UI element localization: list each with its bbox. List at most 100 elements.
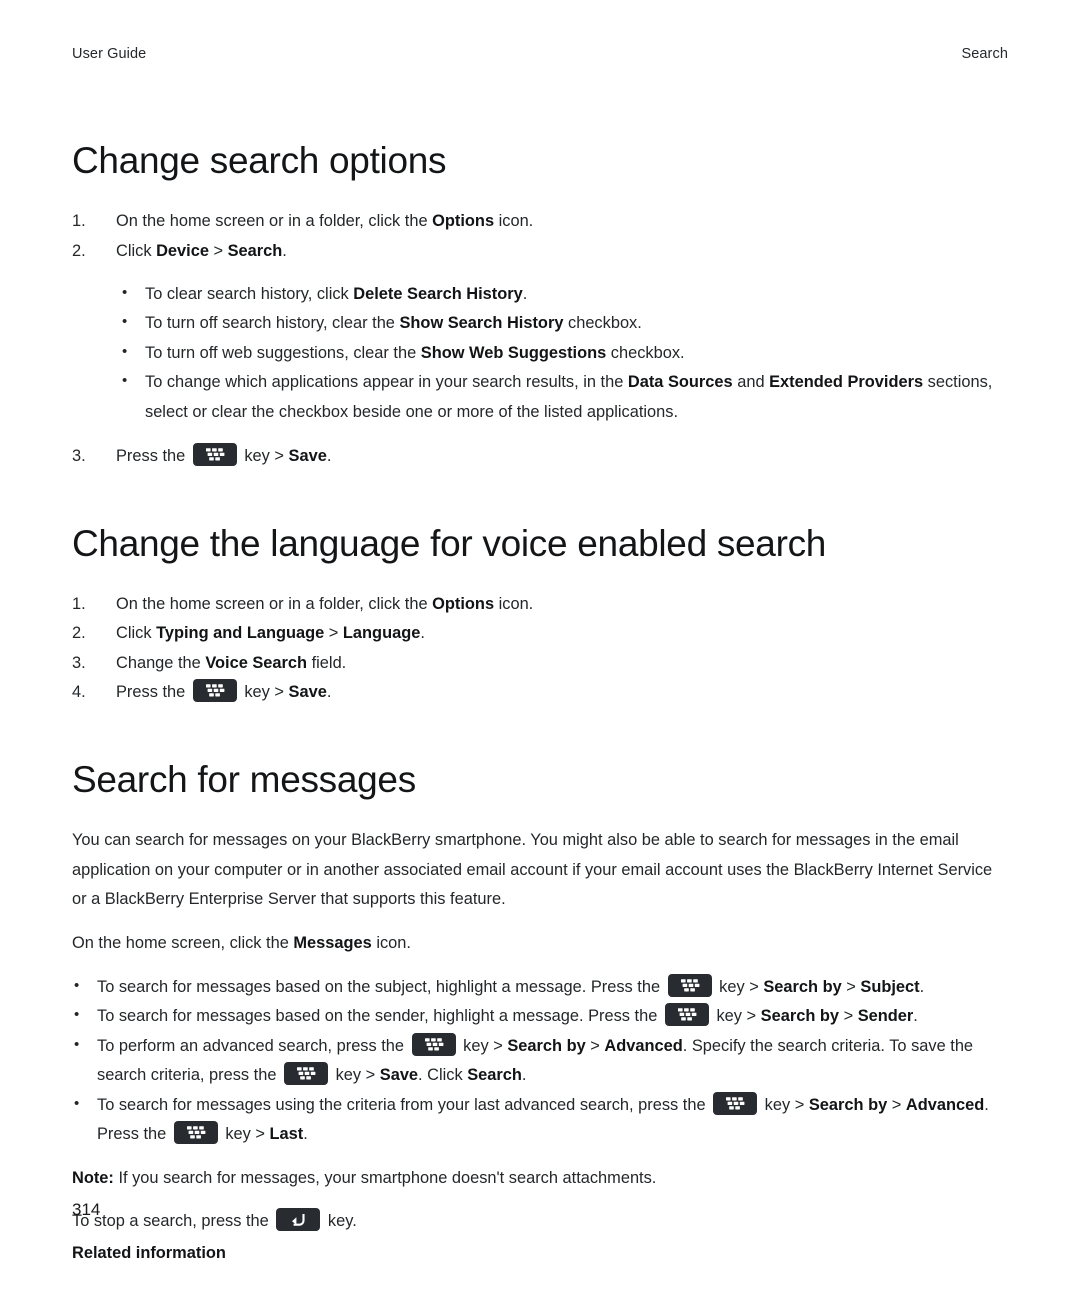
emphasis-text: Show Search History xyxy=(399,314,564,333)
body-text: and xyxy=(732,373,770,392)
emphasis-text: Advanced xyxy=(604,1036,683,1055)
emphasis-text: Options xyxy=(432,212,495,231)
body-text: Change the xyxy=(116,653,206,672)
list-item: 2. Click Device > Search. xyxy=(72,237,1008,266)
body-text: To search for messages using the criteri… xyxy=(97,1095,711,1114)
emphasis-text: Typing and Language xyxy=(156,624,325,643)
emphasis-text: Last xyxy=(269,1125,304,1144)
note-paragraph: Note: If you search for messages, your s… xyxy=(72,1164,1008,1194)
body-text: . Click xyxy=(418,1066,468,1085)
list-item: 1. On the home screen or in a folder, cli… xyxy=(72,590,1008,619)
page-title: Change the language for voice enabled se… xyxy=(72,522,827,564)
body-text: > xyxy=(208,241,228,260)
body-text: . xyxy=(420,624,425,643)
list-item: To clear search history, click Delete Se… xyxy=(120,279,1008,310)
list-item: To turn off web suggestions, clear the S… xyxy=(120,338,1008,369)
body-text: field. xyxy=(307,653,347,672)
emphasis-text: Search xyxy=(467,1066,522,1085)
list-item: 4. Press the key > Save. xyxy=(72,678,1008,707)
body-text: key. xyxy=(323,1212,357,1231)
list-item-number: 2. xyxy=(72,241,86,260)
body-text: If you search for messages, your smartph… xyxy=(113,1168,657,1187)
emphasis-text: Save xyxy=(288,682,327,701)
page-title: Search for messages xyxy=(72,758,416,800)
body-text: checkbox. xyxy=(563,314,642,333)
emphasis-text: Search xyxy=(227,241,283,260)
body-text: . xyxy=(282,241,287,260)
list-item: To turn off search history, clear the Sh… xyxy=(120,308,1008,339)
blackberry-menu-key-icon xyxy=(284,1062,329,1086)
escape-back-key-icon xyxy=(276,1208,321,1232)
emphasis-text: Search by xyxy=(760,1007,840,1026)
emphasis-text: Advanced xyxy=(905,1095,985,1114)
page-title: Change search options xyxy=(72,140,447,181)
body-text: key > xyxy=(239,446,289,465)
emphasis-text: Options xyxy=(432,595,495,614)
section-change-search-options: Change search options 1. On the home scre… xyxy=(72,140,1008,471)
body-text: . xyxy=(326,682,332,701)
section-search-for-messages: Search for messages You can search for m… xyxy=(72,759,1008,1268)
body-text: To search for messages based on the subj… xyxy=(97,977,665,996)
list-item-number: 4. xyxy=(72,682,86,701)
body-text: key > xyxy=(220,1125,270,1144)
emphasis-text: Search by xyxy=(763,977,842,996)
list-item: To change which applications appear in y… xyxy=(120,367,1008,427)
blackberry-menu-key-icon xyxy=(411,1032,456,1056)
bullet-list: To clear search history, click Delete Se… xyxy=(120,279,1008,428)
body-text: icon. xyxy=(494,595,534,614)
final-step-list: 3. Press the key > Save. xyxy=(72,442,1008,471)
body-text: To change which applications appear in y… xyxy=(145,373,628,392)
emphasis-text: Note: xyxy=(72,1168,114,1187)
page-number: 314 xyxy=(72,1200,101,1219)
steps-list: 1. On the home screen or in a folder, cli… xyxy=(72,590,1008,707)
body-text: To turn off web suggestions, clear the xyxy=(145,343,421,362)
body-text: key > xyxy=(711,1007,761,1026)
body-text: > xyxy=(585,1036,605,1055)
blackberry-menu-key-icon xyxy=(173,1121,218,1145)
body-text: . xyxy=(326,446,332,465)
list-item: To search for messages based on the subj… xyxy=(72,972,1008,1003)
list-item-number: 3. xyxy=(72,446,86,465)
body-text: > xyxy=(839,1007,858,1026)
list-item-number: 3. xyxy=(72,653,86,672)
blackberry-menu-key-icon xyxy=(192,442,237,466)
body-text: To turn off search history, clear the xyxy=(145,314,400,333)
body-text: Click xyxy=(116,624,157,643)
running-header-left: User Guide xyxy=(72,46,147,62)
running-header-right: Search xyxy=(961,46,1008,62)
emphasis-text: Search by xyxy=(507,1036,586,1055)
emphasis-text: Subject xyxy=(860,977,920,996)
bullet-list: To search for messages based on the subj… xyxy=(72,972,1008,1150)
body-text: On the home screen or in a folder, click… xyxy=(116,212,433,231)
body-text: To clear search history, click xyxy=(145,284,354,303)
list-item: To search for messages based on the send… xyxy=(72,1001,1008,1032)
related-information-heading: Related information xyxy=(72,1243,226,1262)
list-item-number: 1. xyxy=(72,212,86,231)
body-text: On the home screen, click the xyxy=(72,933,294,952)
emphasis-text: Show Web Suggestions xyxy=(420,343,607,362)
body-text: > xyxy=(324,624,343,643)
body-text: Click xyxy=(116,241,157,260)
body-text: key > xyxy=(714,977,764,996)
lead-in-paragraph: On the home screen, click the Messages i… xyxy=(72,929,1008,959)
emphasis-text: Delete Search History xyxy=(353,284,523,303)
body-text: key > xyxy=(331,1066,380,1085)
emphasis-text: Save xyxy=(288,446,327,465)
body-text: > xyxy=(841,977,861,996)
stop-search-paragraph: To stop a search, press the key. xyxy=(72,1207,1008,1237)
steps-list: 1. On the home screen or in a folder, cli… xyxy=(72,207,1008,265)
list-item: 2. Click Typing and Language > Language. xyxy=(72,619,1008,648)
body-text: . xyxy=(522,284,528,303)
body-paragraph: You can search for messages on your Blac… xyxy=(72,831,993,909)
body-text: > xyxy=(887,1095,906,1114)
list-item-number: 1. xyxy=(72,595,86,614)
body-text: key > xyxy=(458,1036,508,1055)
body-text: Press the xyxy=(116,446,190,465)
emphasis-text: Search by xyxy=(808,1095,888,1114)
list-item: To perform an advanced search, press the… xyxy=(72,1031,1008,1091)
emphasis-text: Sender xyxy=(857,1007,914,1026)
blackberry-menu-key-icon xyxy=(713,1091,758,1115)
blackberry-menu-key-icon xyxy=(192,678,237,702)
list-item: 3. Press the key > Save. xyxy=(72,442,1008,471)
blackberry-menu-key-icon xyxy=(664,1003,709,1027)
